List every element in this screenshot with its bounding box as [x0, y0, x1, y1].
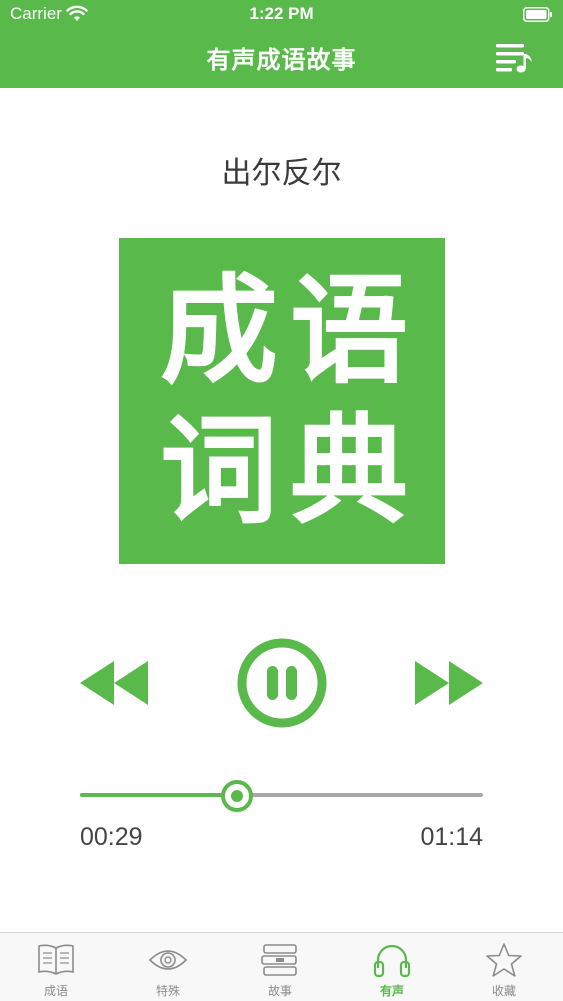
book-icon — [38, 944, 74, 975]
tab-bar: 成语 特殊 故事 有声 收藏 — [0, 932, 563, 1001]
tab-label: 成语 — [43, 984, 68, 998]
pause-icon[interactable] — [236, 637, 328, 729]
clock: 1:22 PM — [249, 4, 314, 23]
eye-icon — [148, 950, 188, 970]
tab-special[interactable]: 特殊 — [112, 933, 224, 1001]
cover-char: 词 — [159, 402, 278, 540]
progress-fill — [80, 793, 238, 797]
cover-char: 典 — [289, 402, 408, 540]
top-bar: Carrier 1:22 PM 有声成语故事 — [0, 0, 563, 88]
tab-label: 有声 — [379, 984, 404, 998]
track-title: 出尔反尔 — [221, 156, 342, 191]
status-bar: Carrier 1:22 PM — [0, 0, 563, 30]
tab-favorites[interactable]: 收藏 — [448, 933, 560, 1001]
tab-stories[interactable]: 故事 — [224, 933, 336, 1001]
tab-audio[interactable]: 有声 — [336, 933, 448, 1001]
total-time: 01:14 — [420, 823, 483, 851]
battery-icon — [523, 7, 552, 22]
tab-label: 故事 — [267, 984, 292, 998]
books-stack-icon — [261, 944, 297, 976]
cover-char: 语 — [289, 262, 408, 400]
tab-label: 特殊 — [155, 984, 180, 998]
progress-thumb[interactable] — [221, 780, 254, 812]
page-title: 有声成语故事 — [206, 46, 357, 74]
progress-slider[interactable] — [80, 780, 483, 812]
album-cover: 成 语 词 典 — [119, 238, 445, 564]
tab-label: 收藏 — [491, 984, 516, 998]
elapsed-time: 00:29 — [80, 823, 143, 851]
tab-chengyu[interactable]: 成语 — [0, 933, 112, 1001]
fast-forward-icon[interactable] — [413, 658, 485, 708]
cover-char: 成 — [159, 262, 278, 400]
headphones-icon — [373, 944, 411, 978]
playlist-music-icon[interactable] — [494, 42, 534, 74]
star-icon — [486, 943, 522, 977]
rewind-icon[interactable] — [78, 658, 150, 708]
